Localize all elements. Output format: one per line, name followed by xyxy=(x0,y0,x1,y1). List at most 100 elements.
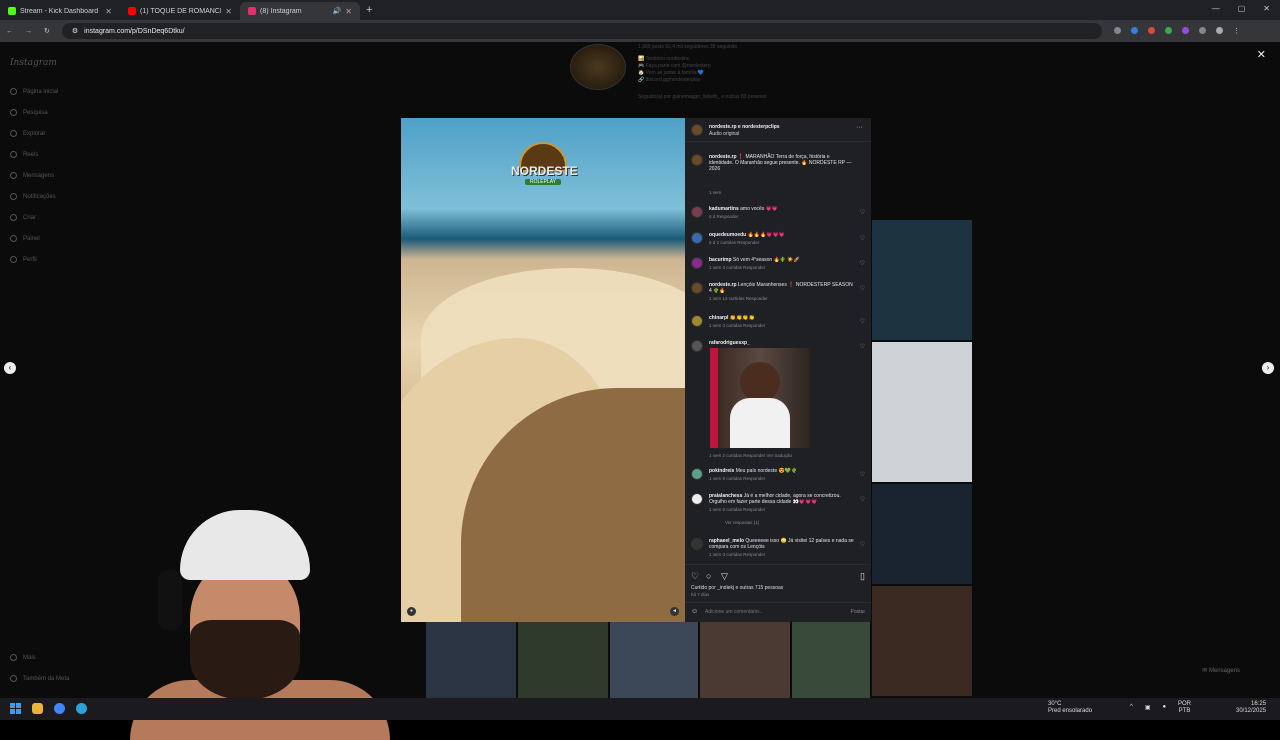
weather-widget[interactable]: 30°C Pred ensolarado xyxy=(1048,701,1092,715)
avatar[interactable] xyxy=(691,315,703,327)
share-icon[interactable]: ▽ xyxy=(721,571,728,582)
comment-user[interactable]: chinarpl xyxy=(709,315,728,321)
extension-icon[interactable] xyxy=(1130,27,1138,34)
comment-user[interactable]: bacurimp xyxy=(709,257,732,263)
mic-icon[interactable]: ● xyxy=(1163,704,1167,711)
heart-icon[interactable]: ♡ xyxy=(860,541,865,548)
grid-thumbnail[interactable] xyxy=(792,622,870,698)
mute-icon[interactable]: ◄ xyxy=(670,607,679,616)
grid-thumbnail[interactable] xyxy=(426,622,516,698)
url-field[interactable]: ⚙ instagram.com/p/DSnDeq6Dtku/ xyxy=(61,23,1102,39)
more-options-icon[interactable]: ··· xyxy=(856,124,863,131)
grid-thumbnail[interactable] xyxy=(872,586,972,696)
back-icon[interactable]: ← xyxy=(6,28,13,35)
heart-icon[interactable]: ♡ xyxy=(860,471,865,478)
heart-icon[interactable]: ♡ xyxy=(860,235,865,242)
emoji-icon[interactable]: ☺ xyxy=(691,608,698,615)
avatar[interactable] xyxy=(691,340,703,352)
close-icon[interactable]: ✕ xyxy=(1257,48,1266,61)
heart-icon[interactable]: ♡ xyxy=(860,209,865,216)
post-comment-button[interactable]: Postar xyxy=(851,609,865,615)
windows-start-icon[interactable] xyxy=(10,703,21,714)
comment-input[interactable] xyxy=(705,607,825,617)
comment-user[interactable]: kadumartins xyxy=(709,206,739,212)
browser-tab-youtube[interactable]: (1) TOQUE DE ROMANCE - He... ✕ xyxy=(120,2,240,20)
avatar[interactable] xyxy=(691,468,703,480)
likes-text[interactable]: Curtido por _indiekj e outras 715 pessoa… xyxy=(691,585,783,591)
sidebar-item-dashboard[interactable]: Painel xyxy=(10,235,40,242)
heart-icon[interactable]: ♡ xyxy=(860,285,865,292)
minimize-icon[interactable]: — xyxy=(1212,4,1220,13)
heart-icon[interactable]: ♡ xyxy=(860,496,865,503)
new-tab-button[interactable]: + xyxy=(366,4,372,16)
grid-thumbnail[interactable] xyxy=(872,342,972,482)
avatar[interactable] xyxy=(691,282,703,294)
sidebar-item-more[interactable]: Mais xyxy=(10,654,36,661)
avatar[interactable] xyxy=(691,257,703,269)
forward-icon[interactable]: → xyxy=(25,28,32,35)
sidebar-item-home[interactable]: Página inicial xyxy=(10,88,58,95)
reload-icon[interactable]: ↻ xyxy=(44,27,50,35)
extension-icon[interactable] xyxy=(1198,27,1206,34)
instagram-logo[interactable]: Instagram xyxy=(10,58,57,68)
close-icon[interactable]: ✕ xyxy=(105,7,112,16)
close-icon[interactable]: ✕ xyxy=(225,7,232,16)
profile-avatar-icon[interactable] xyxy=(1215,27,1223,34)
avatar[interactable] xyxy=(691,232,703,244)
speaker-icon[interactable]: 🔊 xyxy=(333,7,342,15)
browser-tab-kick[interactable]: Stream - Kick Dashboard ✕ xyxy=(0,2,120,20)
avatar[interactable] xyxy=(691,206,703,218)
sidebar-item-profile[interactable]: Perfil xyxy=(10,256,37,263)
maximize-icon[interactable]: ▢ xyxy=(1238,4,1246,13)
like-icon[interactable]: ♡ xyxy=(691,571,699,582)
avatar[interactable] xyxy=(691,124,703,136)
close-icon[interactable]: ✕ xyxy=(345,7,352,16)
previous-arrow-icon[interactable]: ‹ xyxy=(4,362,16,374)
post-media[interactable]: NORDESTE ROLEPLAY ● ◄ xyxy=(401,118,685,622)
edge-icon[interactable] xyxy=(76,703,87,714)
language-indicator[interactable]: POR PTB xyxy=(1178,701,1191,715)
browser-tab-instagram[interactable]: (8) Instagram 🔊 ✕ xyxy=(240,2,360,20)
extension-icon[interactable] xyxy=(1164,27,1172,34)
avatar[interactable] xyxy=(691,538,703,550)
sidebar-item-explore[interactable]: Explorar xyxy=(10,130,45,137)
file-explorer-icon[interactable] xyxy=(32,703,43,714)
messages-float-button[interactable]: ✉ Mensagens xyxy=(1202,667,1240,674)
menu-icon[interactable]: ⋮ xyxy=(1233,27,1240,35)
sidebar-item-create[interactable]: Criar xyxy=(10,214,36,221)
extension-icon[interactable] xyxy=(1113,27,1121,34)
sidebar-item-reels[interactable]: Reels xyxy=(10,151,38,158)
network-icon[interactable]: ▣ xyxy=(1145,704,1151,711)
heart-icon[interactable]: ♡ xyxy=(860,260,865,267)
next-arrow-icon[interactable]: › xyxy=(1262,362,1274,374)
sidebar-item-search[interactable]: Pesquisa xyxy=(10,109,48,116)
chrome-icon[interactable] xyxy=(54,703,65,714)
heart-icon[interactable]: ♡ xyxy=(860,343,865,350)
sidebar-item-messages[interactable]: Mensagens xyxy=(10,172,54,179)
comment-icon[interactable]: ○ xyxy=(706,571,711,581)
sidebar-item-notifications[interactable]: Notificações xyxy=(10,193,56,200)
avatar[interactable] xyxy=(691,493,703,505)
bookmark-icon[interactable]: ▯ xyxy=(860,571,865,582)
comment-user[interactable]: pokindreis xyxy=(709,468,734,474)
comment-image[interactable] xyxy=(710,348,810,448)
grid-thumbnail[interactable] xyxy=(610,622,698,698)
post-audio[interactable]: Áudio original xyxy=(709,131,739,137)
chevron-up-icon[interactable]: ^ xyxy=(1130,704,1133,711)
clock[interactable]: 16:25 30/12/2025 xyxy=(1236,701,1266,715)
comment-user[interactable]: oquedeumoedu xyxy=(709,232,746,238)
post-author[interactable]: nordeste.rp e nordesterpclips xyxy=(709,124,780,130)
grid-thumbnail[interactable] xyxy=(518,622,608,698)
grid-thumbnail[interactable] xyxy=(872,220,972,340)
grid-thumbnail[interactable] xyxy=(872,484,972,584)
sidebar-item-meta[interactable]: Também da Meta xyxy=(10,675,69,682)
heart-icon[interactable]: ♡ xyxy=(860,318,865,325)
site-info-icon[interactable]: ⚙ xyxy=(72,27,78,35)
avatar[interactable] xyxy=(691,154,703,166)
close-window-icon[interactable]: ✕ xyxy=(1263,4,1270,13)
grid-thumbnail[interactable] xyxy=(700,622,790,698)
comment-user[interactable]: rafarodriguesxp_ xyxy=(709,340,750,346)
extension-icon[interactable] xyxy=(1147,27,1155,34)
extension-icon[interactable] xyxy=(1181,27,1189,34)
view-replies[interactable]: Ver respostas (1) xyxy=(725,520,759,525)
